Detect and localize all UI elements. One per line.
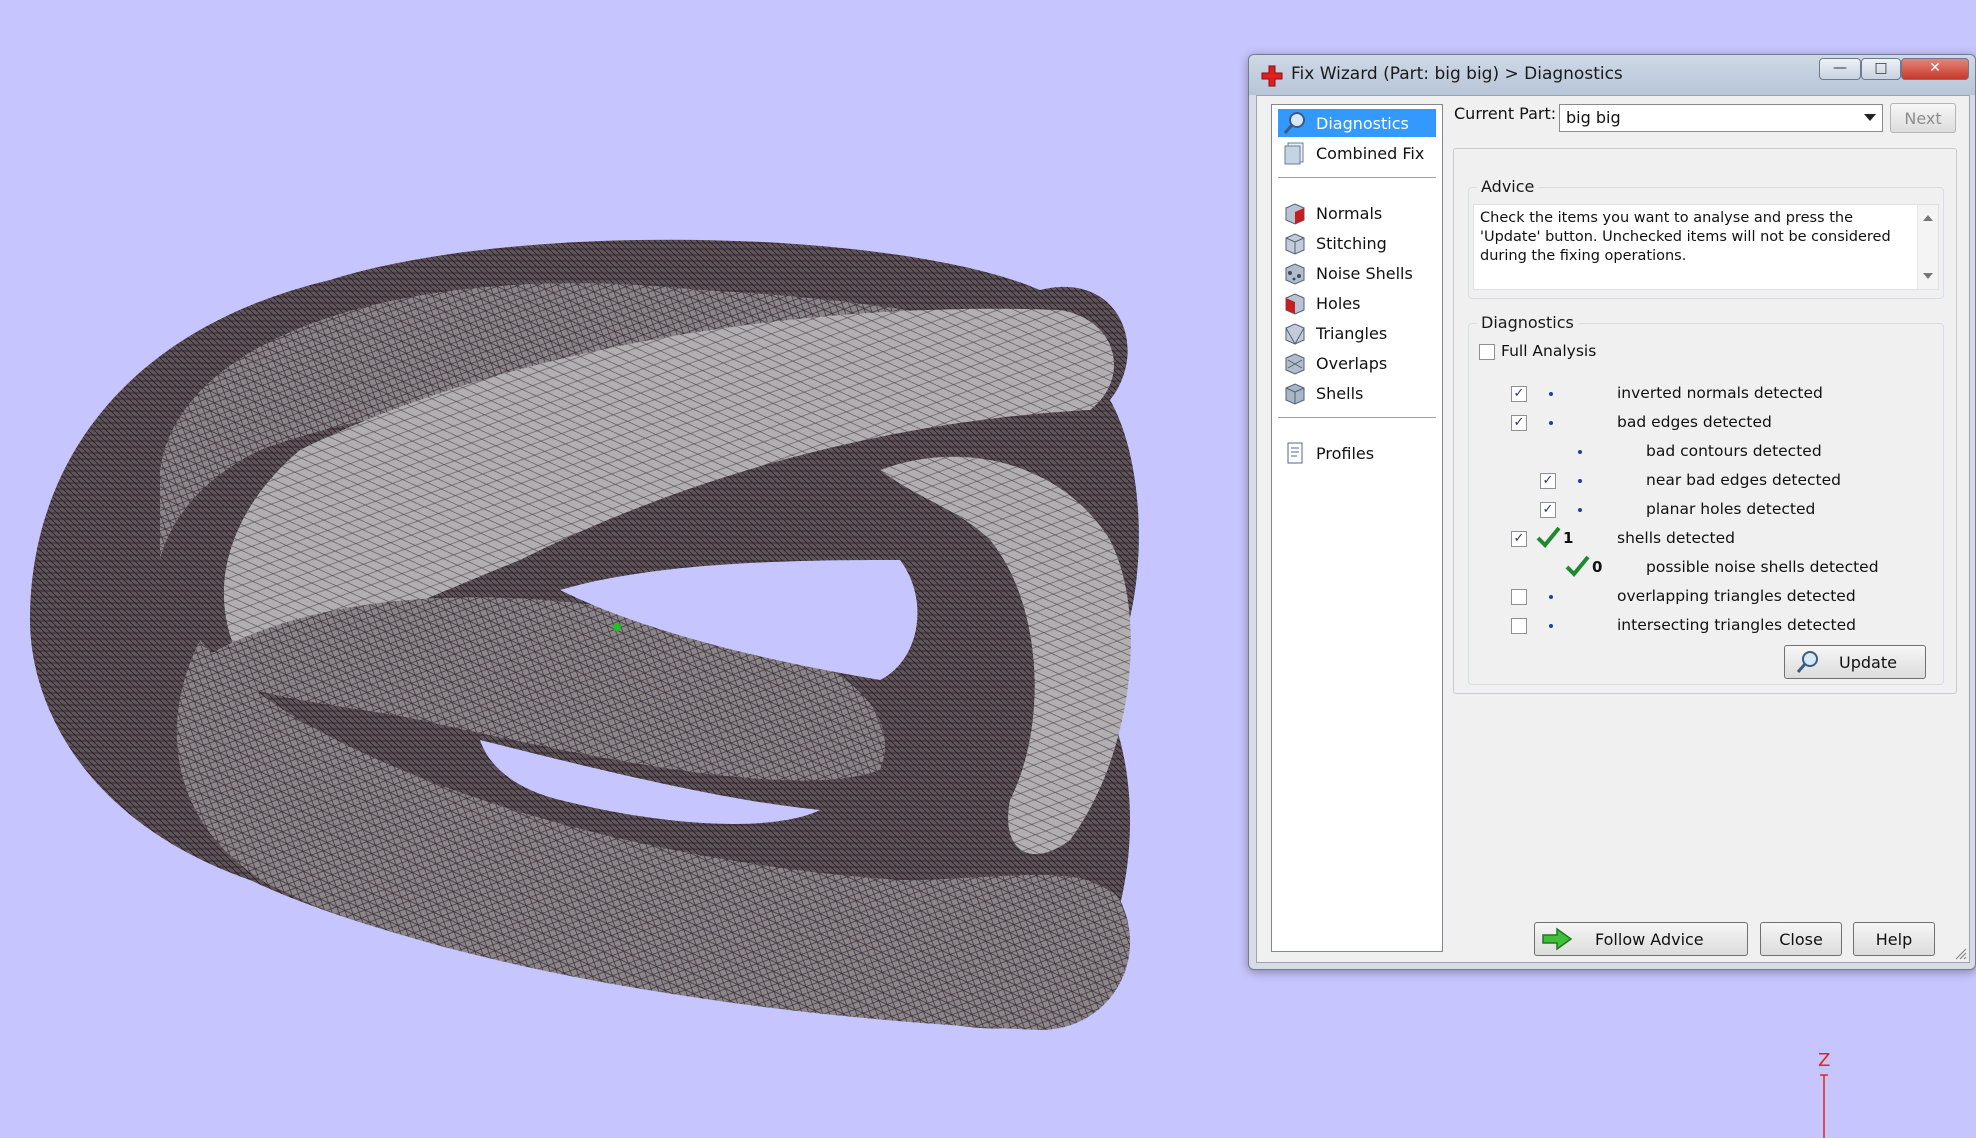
shells-count: 1	[1563, 529, 1574, 547]
dialog-title: Fix Wizard (Part: big big) > Diagnostics	[1291, 64, 1623, 84]
current-part-label: Current Part:	[1454, 104, 1557, 123]
status-dot	[1578, 479, 1582, 483]
magnifier-icon	[1283, 112, 1305, 134]
nav-item-overlaps[interactable]: Overlaps	[1278, 349, 1436, 377]
full-analysis-label: Full Analysis	[1501, 342, 1597, 360]
noise-shells-count: 0	[1592, 558, 1603, 576]
full-analysis-checkbox[interactable]	[1479, 344, 1495, 360]
help-button[interactable]: Help	[1853, 922, 1935, 956]
nav-item-holes[interactable]: Holes	[1278, 289, 1436, 317]
red-cube-icon	[1285, 203, 1305, 225]
stitch-cube-icon	[1285, 233, 1305, 255]
dialog-titlebar[interactable]: Fix Wizard (Part: big big) > Diagnostics…	[1249, 55, 1975, 95]
planar-holes-checkbox[interactable]: ✓	[1540, 502, 1556, 518]
nav-item-diagnostics[interactable]: Diagnostics	[1278, 109, 1436, 137]
chevron-down-icon	[1864, 114, 1876, 121]
shells-checkbox[interactable]: ✓	[1511, 531, 1527, 547]
holes-cube-icon	[1285, 293, 1305, 315]
nav-item-noise-shells[interactable]: Noise Shells	[1278, 259, 1436, 287]
nav-item-triangles[interactable]: Triangles	[1278, 319, 1436, 347]
advice-group-title: Advice	[1477, 177, 1539, 196]
bad-contours-label: bad contours detected	[1646, 442, 1822, 460]
green-arrow-icon	[1542, 927, 1573, 951]
nav-item-label: Stitching	[1316, 233, 1387, 253]
nav-item-label: Triangles	[1316, 323, 1388, 343]
shells-label: shells detected	[1617, 529, 1736, 547]
near-bad-edges-checkbox[interactable]: ✓	[1540, 473, 1556, 489]
maximize-button[interactable]: □	[1861, 58, 1901, 80]
fix-wizard-dialog: Fix Wizard (Part: big big) > Diagnostics…	[1248, 54, 1976, 970]
follow-advice-button[interactable]: Follow Advice	[1534, 922, 1748, 956]
intersecting-triangles-checkbox[interactable]	[1511, 618, 1527, 634]
z-axis-label: Z	[1818, 1050, 1831, 1071]
noise-shells-label: possible noise shells detected	[1646, 558, 1879, 576]
status-dot	[1578, 450, 1582, 454]
nav-item-label: Combined Fix	[1316, 143, 1425, 163]
inverted-normals-checkbox[interactable]: ✓	[1511, 386, 1527, 402]
near-bad-edges-label: near bad edges detected	[1646, 471, 1841, 489]
nav-item-stitching[interactable]: Stitching	[1278, 229, 1436, 257]
pages-icon	[1284, 142, 1304, 165]
update-button-label: Update	[1839, 652, 1897, 672]
selection-marker	[613, 623, 621, 631]
nav-item-label: Noise Shells	[1316, 263, 1413, 283]
intersecting-triangles-label: intersecting triangles detected	[1617, 616, 1856, 634]
nav-item-label: Diagnostics	[1316, 113, 1409, 133]
shell-cube-icon	[1285, 383, 1305, 405]
scroll-down-icon[interactable]	[1923, 273, 1933, 279]
nav-item-normals[interactable]: Normals	[1278, 199, 1436, 227]
nav-item-label: Holes	[1316, 293, 1361, 313]
triangle-cube-icon	[1285, 323, 1305, 346]
nav-item-combined-fix[interactable]: Combined Fix	[1278, 139, 1436, 167]
advice-text: Check the items you want to analyse and …	[1480, 210, 1891, 264]
current-part-select[interactable]: big big	[1559, 104, 1883, 132]
nav-item-shells[interactable]: Shells	[1278, 379, 1436, 407]
green-check-icon	[1536, 526, 1561, 548]
wizard-nav-list[interactable]: Diagnostics Combined Fix Normals Stitchi…	[1271, 104, 1443, 952]
advice-textbox[interactable]: Check the items you want to analyse and …	[1473, 204, 1939, 290]
status-dot	[1578, 508, 1582, 512]
minimize-button[interactable]: —	[1819, 58, 1861, 80]
noise-cube-icon	[1285, 263, 1305, 285]
advice-scrollbar[interactable]	[1917, 205, 1938, 289]
inverted-normals-label: inverted normals detected	[1617, 384, 1823, 402]
diagnostics-group: Diagnostics Full Analysis ✓ inverted nor…	[1468, 313, 1944, 685]
overlap-cube-icon	[1285, 353, 1305, 375]
red-cross-icon	[1261, 65, 1283, 87]
scroll-up-icon[interactable]	[1923, 215, 1933, 221]
planar-holes-label: planar holes detected	[1646, 500, 1816, 518]
diagnostics-group-title: Diagnostics	[1477, 313, 1578, 332]
next-button[interactable]: Next	[1890, 103, 1956, 133]
close-window-button[interactable]: ✕	[1901, 58, 1969, 80]
update-button[interactable]: Update	[1784, 645, 1926, 679]
advice-group: Advice Check the items you want to analy…	[1468, 177, 1944, 299]
follow-advice-label: Follow Advice	[1595, 929, 1704, 949]
overlapping-triangles-checkbox[interactable]	[1511, 589, 1527, 605]
diagnostics-panel: Advice Check the items you want to analy…	[1453, 148, 1957, 694]
dialog-client-area: Diagnostics Combined Fix Normals Stitchi…	[1256, 95, 1970, 963]
nav-item-label: Shells	[1316, 383, 1364, 403]
document-icon	[1287, 442, 1303, 464]
overlapping-triangles-label: overlapping triangles detected	[1617, 587, 1856, 605]
bad-edges-label: bad edges detected	[1617, 413, 1772, 431]
status-dot	[1549, 392, 1553, 396]
nav-item-label: Normals	[1316, 203, 1383, 223]
current-part-value: big big	[1566, 108, 1621, 127]
bad-edges-checkbox[interactable]: ✓	[1511, 415, 1527, 431]
status-dot	[1549, 595, 1553, 599]
resize-grip-icon[interactable]	[1953, 946, 1967, 960]
nav-item-profiles[interactable]: Profiles	[1278, 439, 1436, 467]
magnifier-icon	[1796, 651, 1818, 673]
green-check-icon	[1565, 555, 1590, 577]
status-dot	[1549, 421, 1553, 425]
close-button[interactable]: Close	[1760, 922, 1842, 956]
nav-item-label: Profiles	[1316, 443, 1375, 463]
nav-item-label: Overlaps	[1316, 353, 1388, 373]
status-dot	[1549, 624, 1553, 628]
